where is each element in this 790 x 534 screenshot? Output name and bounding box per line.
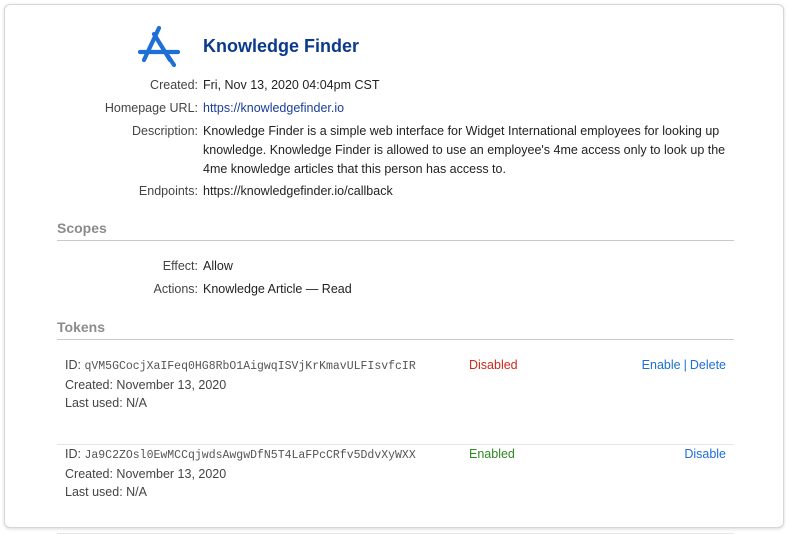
token-row: ID: Ja9C2ZOsl0EwMCCqjwdsAwgwDfN5T4LaFPcC… [57,445,734,534]
token-info: ID: Ja9C2ZOsl0EwMCCqjwdsAwgwDfN5T4LaFPcC… [65,445,416,501]
endpoints-value: https://knowledgefinder.io/callback [203,184,393,198]
created-label: Created: [150,78,198,92]
delete-token-button[interactable]: Delete [690,358,726,372]
actions-label: Actions: [153,282,198,296]
token-id-line: ID: qVM5GCocjXaIFeq0HG8RbO1AigwqISVjKrKm… [65,356,416,376]
token-id-label: ID: [65,447,81,461]
token-row: ID: qVM5GCocjXaIFeq0HG8RbO1AigwqISVjKrKm… [57,356,734,445]
token-id: qVM5GCocjXaIFeq0HG8RbO1AigwqISVjKrKmavUL… [84,360,416,373]
created-value: Fri, Nov 13, 2020 04:04pm CST [203,78,380,92]
app-store-a-icon [135,22,183,70]
app-title: Knowledge Finder [203,36,360,56]
scopes-heading: Scopes [57,220,734,241]
homepage-link[interactable]: https://knowledgefinder.io [203,99,743,118]
token-status-badge: Enabled [469,447,515,461]
token-last-used: Last used: N/A [65,396,147,410]
effect-value: Allow [203,259,233,273]
token-id-label: ID: [65,358,81,372]
token-status-badge: Disabled [469,358,518,372]
token-actions: Enable | Delete [642,356,726,374]
description-value: Knowledge Finder is a simple web interfa… [203,124,726,176]
description-label: Description: [132,124,198,138]
token-id-line: ID: Ja9C2ZOsl0EwMCCqjwdsAwgwDfN5T4LaFPcC… [65,445,416,465]
token-created: Created: November 13, 2020 [65,467,227,481]
action-separator: | [683,358,687,372]
effect-label: Effect: [162,259,198,273]
tokens-heading: Tokens [57,319,734,340]
homepage-label: Homepage URL: [104,101,198,115]
token-last-used: Last used: N/A [65,485,147,499]
token-id: Ja9C2ZOsl0EwMCCqjwdsAwgwDfN5T4LaFPcCRfv5… [84,449,416,462]
endpoints-label: Endpoints: [138,184,198,198]
token-actions: Disable [684,445,726,463]
enable-token-button[interactable]: Enable [642,358,681,372]
token-created: Created: November 13, 2020 [65,378,227,392]
disable-token-button[interactable]: Disable [684,447,726,461]
token-info: ID: qVM5GCocjXaIFeq0HG8RbO1AigwqISVjKrKm… [65,356,416,412]
actions-value: Knowledge Article — Read [203,282,352,296]
